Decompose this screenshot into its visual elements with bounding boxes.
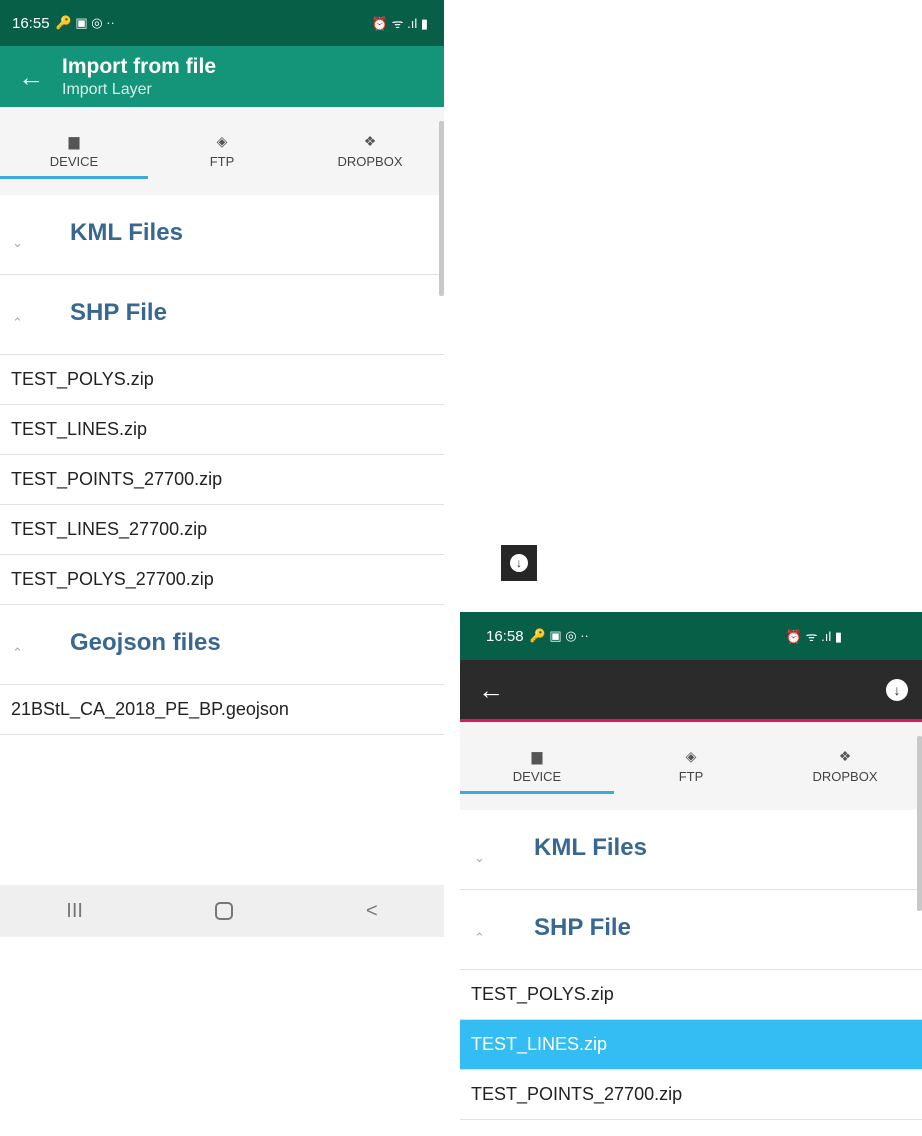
app-bar: ← Import from file Import Layer xyxy=(0,46,444,107)
file-item[interactable]: TEST_LINES.zip xyxy=(0,405,444,455)
section-geojson-files[interactable]: ⌃ Geojson files xyxy=(0,605,444,685)
file-item[interactable]: TEST_POLYS.zip xyxy=(0,355,444,405)
scrollbar[interactable] xyxy=(439,121,444,296)
back-arrow-icon[interactable]: ← xyxy=(460,677,504,703)
action-mode-bar: ← ↓ xyxy=(460,660,922,722)
section-title: SHP File xyxy=(70,298,167,326)
section-kml-files[interactable]: ⌄ KML Files xyxy=(0,195,444,275)
file-item[interactable]: 21BStL_CA_2018_PE_BP.geojson xyxy=(0,685,444,735)
tab-label: DEVICE xyxy=(49,154,99,169)
tab-label: FTP xyxy=(678,769,704,784)
source-tabs: ▆ DEVICE ◈ FTP ❖ DROPBOX xyxy=(0,107,444,296)
sd-card-icon: ▆ xyxy=(68,133,80,149)
chevron-down-icon: ⌄ xyxy=(12,234,23,250)
page-title: Import from file xyxy=(62,54,217,78)
download-icon[interactable]: ↓ xyxy=(501,545,537,581)
tab-dropbox[interactable]: ❖ DROPBOX xyxy=(296,107,444,195)
section-shp-file[interactable]: ⌃ SHP File xyxy=(0,275,444,355)
home-button[interactable] xyxy=(215,902,234,920)
tab-dropbox[interactable]: ❖ DROPBOX xyxy=(768,722,922,810)
section-title: SHP File xyxy=(534,913,631,941)
tab-label: DROPBOX xyxy=(337,154,403,169)
screen-import-from-file: 16:55 🔑 ▣ ◎ ·· ⏰ ᯤ .ıl ▮ ← Import from f… xyxy=(0,0,444,938)
file-item-selected[interactable]: TEST_LINES.zip xyxy=(460,1020,922,1070)
source-tabs: ▆ DEVICE ◈ FTP ❖ DROPBOX xyxy=(460,722,922,911)
tab-ftp[interactable]: ◈ FTP xyxy=(614,722,768,810)
status-bar: 16:58 🔑 ▣ ◎ ·· ⏰ ᯤ .ıl ▮ xyxy=(460,612,922,660)
chevron-up-icon: ⌃ xyxy=(12,644,23,660)
file-item[interactable]: TEST_POINTS_27700.zip xyxy=(460,1070,922,1120)
chevron-down-icon: ⌄ xyxy=(474,849,485,865)
section-title: KML Files xyxy=(534,833,647,861)
back-arrow-icon[interactable]: ← xyxy=(0,64,62,90)
tab-ftp[interactable]: ◈ FTP xyxy=(148,107,296,195)
file-item[interactable]: TEST_POLYS.zip xyxy=(460,970,922,1020)
notification-icons: 🔑 ▣ ◎ ·· xyxy=(55,15,115,30)
status-bar: 16:55 🔑 ▣ ◎ ·· ⏰ ᯤ .ıl ▮ xyxy=(0,0,444,46)
tab-label: FTP xyxy=(209,154,235,169)
chevron-up-icon: ⌃ xyxy=(474,929,485,945)
screen-import-selected: 16:58 🔑 ▣ ◎ ·· ⏰ ᯤ .ıl ▮ ← ↓ ▆ DEVICE ◈ … xyxy=(460,612,922,1136)
system-nav-bar: III < xyxy=(0,885,444,937)
section-title: Geojson files xyxy=(70,628,221,656)
dropbox-icon: ❖ xyxy=(363,133,377,149)
tab-label: DEVICE xyxy=(512,769,562,784)
sd-card-icon: ▆ xyxy=(531,748,543,764)
download-icon[interactable]: ↓ xyxy=(886,678,908,701)
tab-device[interactable]: ▆ DEVICE xyxy=(460,722,614,810)
page-subtitle: Import Layer xyxy=(62,80,152,98)
system-status-icons: ⏰ ᯤ .ıl ▮ xyxy=(371,16,428,31)
section-title: KML Files xyxy=(70,218,183,246)
file-item[interactable]: TEST_POLYS_27700.zip xyxy=(0,555,444,605)
section-kml-files[interactable]: ⌄ KML Files xyxy=(460,810,922,890)
system-status-icons: ⏰ ᯤ .ıl ▮ xyxy=(785,629,842,644)
file-item[interactable]: TEST_POINTS_27700.zip xyxy=(0,455,444,505)
chevron-up-icon: ⌃ xyxy=(12,314,23,330)
status-time: 16:55 xyxy=(12,14,50,32)
tab-device[interactable]: ▆ DEVICE xyxy=(0,107,148,195)
nav-back-button[interactable]: < xyxy=(366,900,378,923)
ftp-icon: ◈ xyxy=(685,748,697,764)
download-arrow-icon: ↓ xyxy=(510,554,528,572)
file-item[interactable]: TEST_LINES_27700.zip xyxy=(0,505,444,555)
status-time: 16:58 xyxy=(486,627,524,645)
notification-icons: 🔑 ▣ ◎ ·· xyxy=(529,628,589,643)
ftp-icon: ◈ xyxy=(216,133,228,149)
dropbox-icon: ❖ xyxy=(838,748,852,764)
recents-button[interactable]: III xyxy=(66,900,83,923)
tab-label: DROPBOX xyxy=(812,769,878,784)
scrollbar[interactable] xyxy=(917,736,922,911)
section-shp-file[interactable]: ⌃ SHP File xyxy=(460,890,922,970)
